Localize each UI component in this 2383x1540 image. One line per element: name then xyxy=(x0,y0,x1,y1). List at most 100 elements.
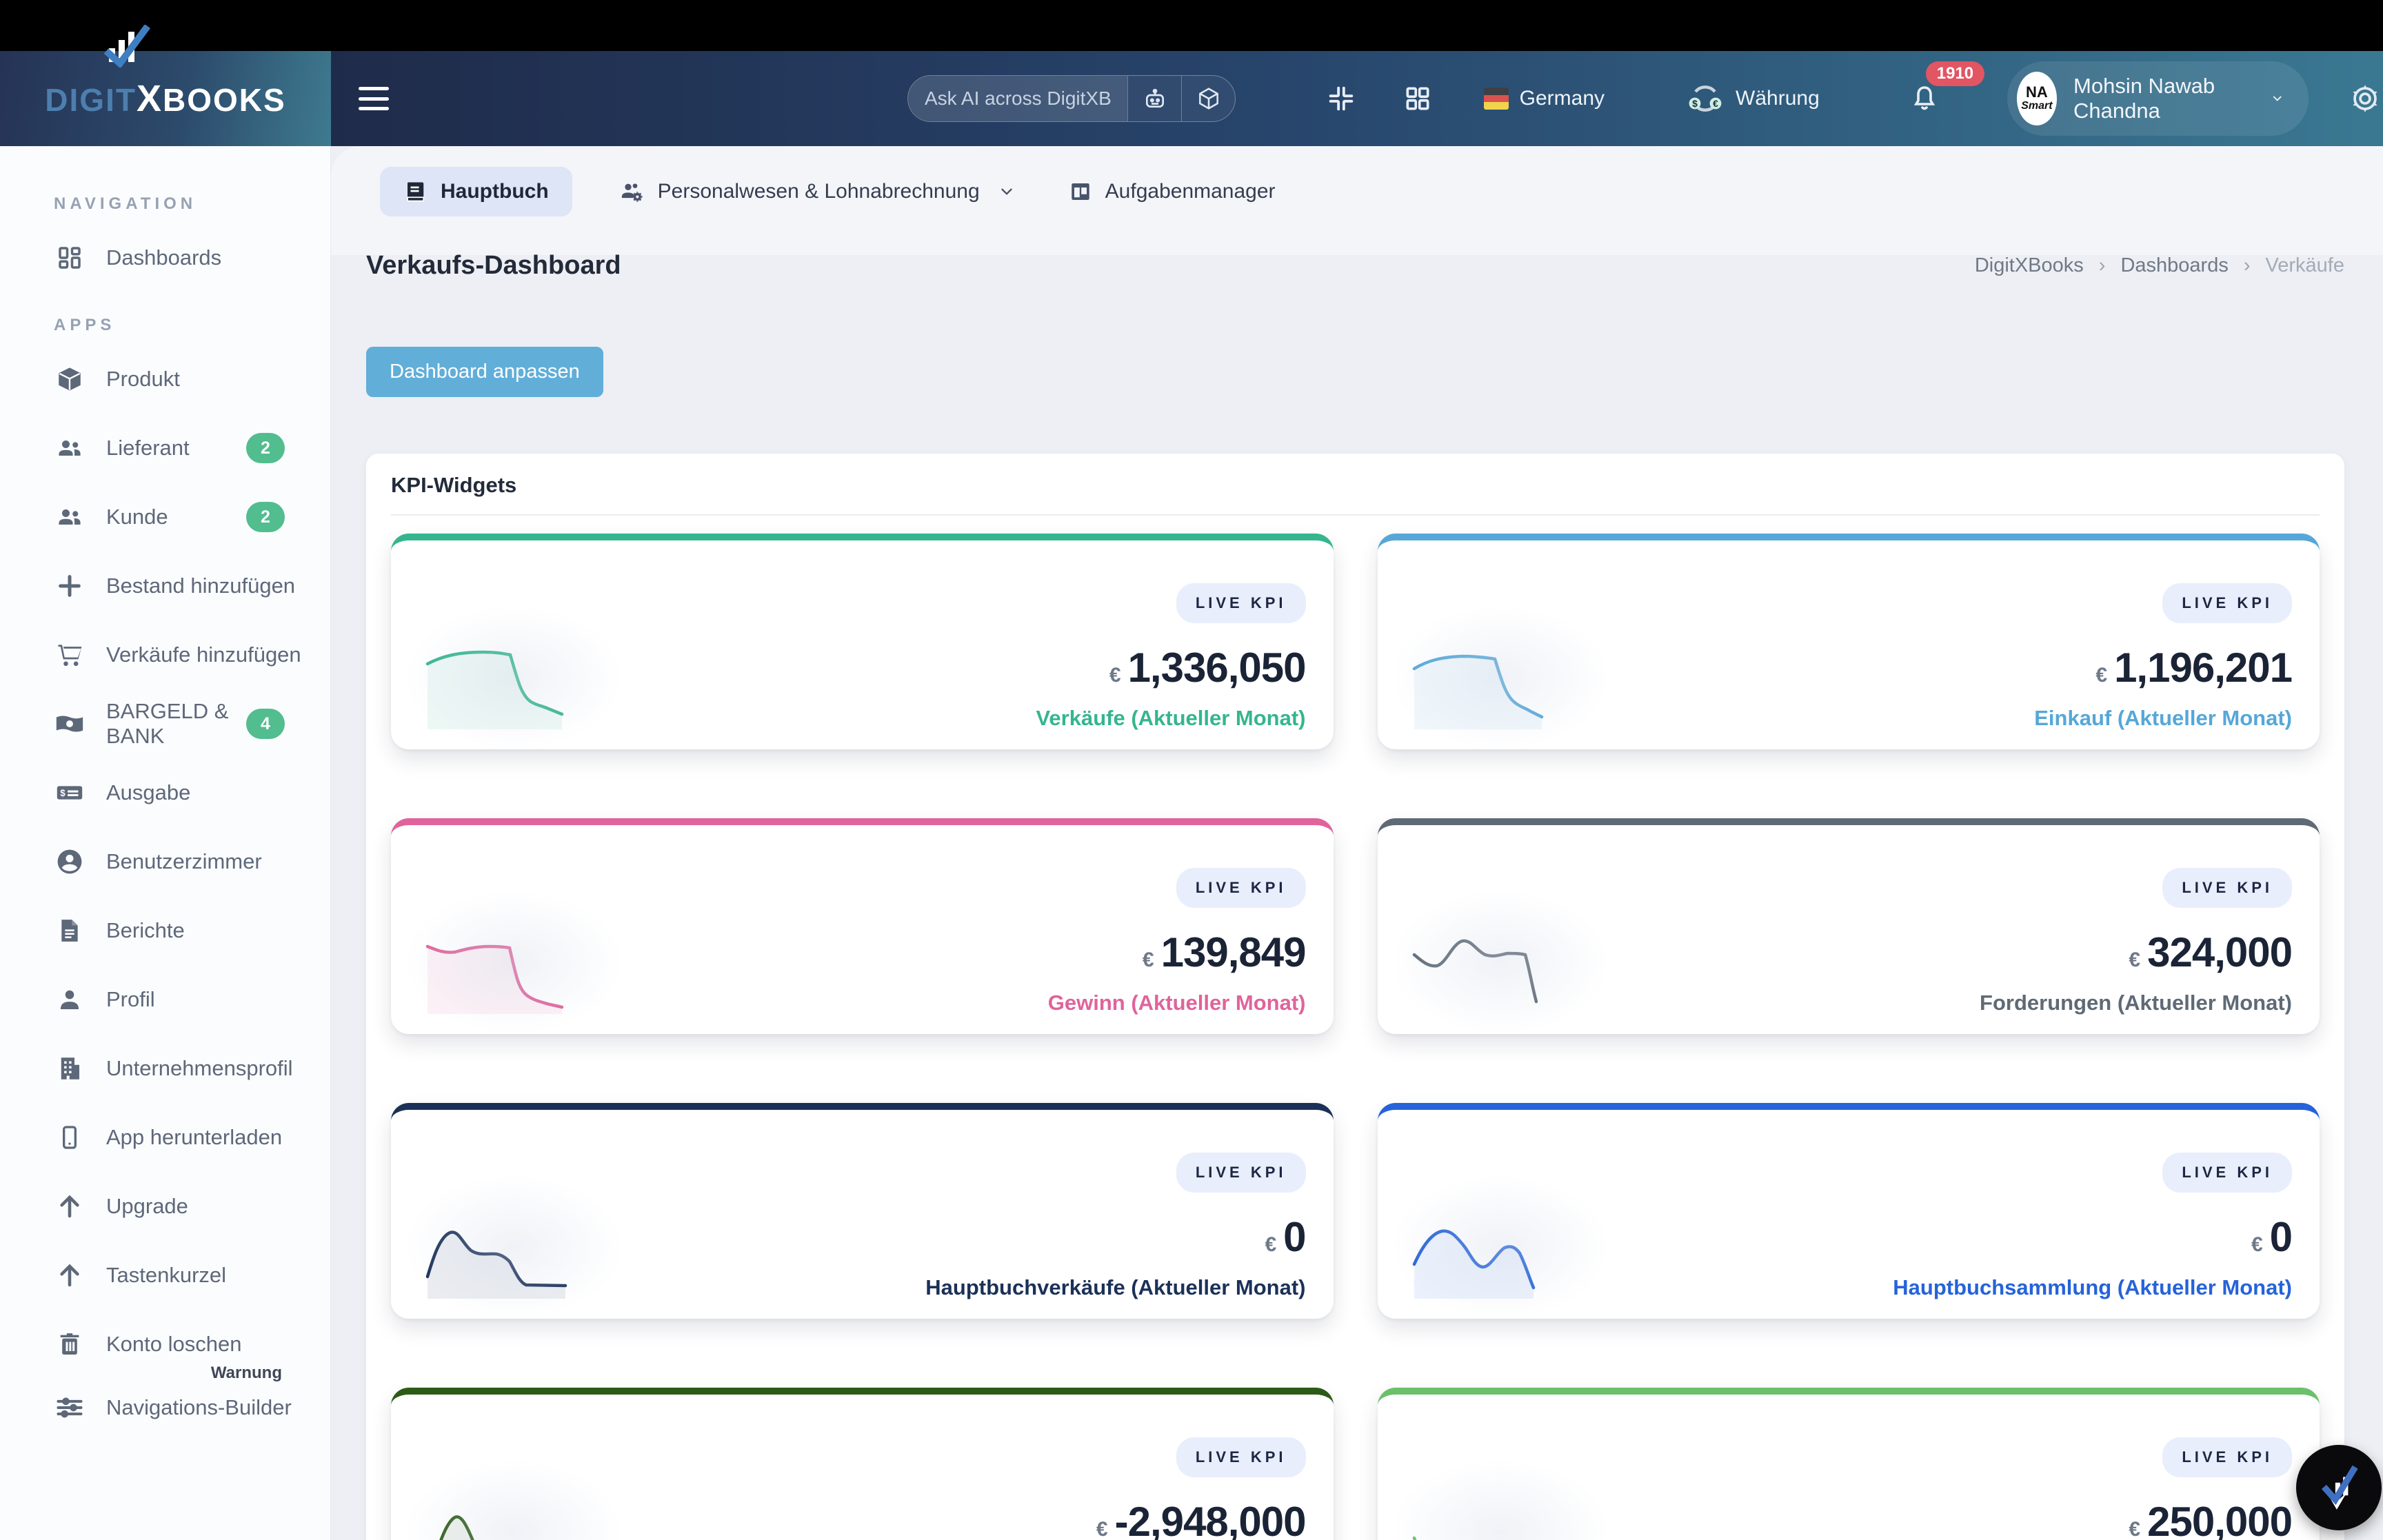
kpi-card-hauptbuchsammlung[interactable]: LIVE KPI €0 Hauptbuchsammlung (Aktueller… xyxy=(1378,1103,2320,1319)
svg-text:$: $ xyxy=(1692,98,1698,109)
currency-symbol: € xyxy=(1096,1518,1108,1540)
sidebar-item-lieferant[interactable]: Lieferant 2 xyxy=(0,414,330,483)
ledger-book-icon xyxy=(403,179,428,204)
app-logo[interactable]: DIGITXBOOKS xyxy=(0,51,331,146)
live-kpi-badge: LIVE KPI xyxy=(2162,583,2292,623)
kpi-value: 250,000 xyxy=(2147,1498,2292,1540)
ai-assistant-button[interactable] xyxy=(1127,76,1181,121)
currency-label[interactable]: Währung xyxy=(1736,87,1820,110)
menu-hamburger-button[interactable] xyxy=(359,87,389,110)
sparkline-chart xyxy=(1411,1195,1590,1299)
robot-icon xyxy=(1141,85,1169,112)
svg-text:€: € xyxy=(1713,98,1718,109)
tab-hauptbuch[interactable]: Hauptbuch xyxy=(380,167,572,216)
kpi-card-forderungen[interactable]: LIVE KPI €324,000 Forderungen (Aktueller… xyxy=(1378,818,2320,1034)
sidebar-item-kunde[interactable]: Kunde 2 xyxy=(0,483,330,551)
settings-gear-icon[interactable] xyxy=(2347,81,2383,116)
kpi-widgets-panel: KPI-Widgets LIVE KPI €1,336,050 Verkäufe… xyxy=(366,454,2344,1540)
kpi-label: Hauptbuchsammlung (Aktueller Monat) xyxy=(1893,1275,2292,1300)
tab-personalwesen[interactable]: Personalwesen & Lohnabrechnung xyxy=(611,165,1023,218)
customers-people-icon xyxy=(54,502,86,532)
sidebar-item-bargeld-bank[interactable]: BARGELD & BANK 4 xyxy=(0,689,330,758)
kpi-value: 139,849 xyxy=(1161,929,1306,976)
app-header: DIGITXBOOKS xyxy=(0,51,2383,146)
page-title: Verkaufs-Dashboard xyxy=(366,251,621,281)
cube-icon xyxy=(1196,85,1222,112)
suppliers-people-icon xyxy=(54,433,86,463)
sidebar-item-produkt[interactable]: Produkt xyxy=(0,345,330,414)
kpi-grid: LIVE KPI €1,336,050 Verkäufe (Aktueller … xyxy=(391,534,2320,1540)
report-document-icon xyxy=(54,917,86,944)
sidebar-item-upgrade[interactable]: Upgrade xyxy=(0,1172,330,1241)
apps-grid-icon[interactable] xyxy=(1402,83,1433,114)
currency-symbol: € xyxy=(2251,1233,2263,1257)
person-icon xyxy=(54,985,86,1014)
sparkline-chart xyxy=(424,1480,603,1540)
kpi-value: 324,000 xyxy=(2147,929,2292,976)
currency-symbol: € xyxy=(1109,664,1121,687)
breadcrumb-dashboards[interactable]: Dashboards xyxy=(2120,254,2228,277)
sidebar-item-profil[interactable]: Profil xyxy=(0,965,330,1034)
country-label[interactable]: Germany xyxy=(1520,87,1605,110)
building-icon xyxy=(54,1054,86,1083)
logo-text: DIGITXBOOKS xyxy=(45,77,285,120)
banknote-icon xyxy=(54,708,86,740)
sidebar-section-navigation: NAVIGATION xyxy=(54,194,330,214)
collapse-icon[interactable] xyxy=(1325,83,1357,114)
breadcrumb: DigitXBooks › Dashboards › Verkäufe xyxy=(1975,254,2344,277)
sidebar-item-ausgabe[interactable]: $ Ausgabe xyxy=(0,758,330,827)
live-kpi-badge: LIVE KPI xyxy=(1176,868,1306,908)
live-kpi-badge: LIVE KPI xyxy=(2162,1437,2292,1477)
ai-module-button[interactable] xyxy=(1181,76,1235,121)
sidebar-section-apps: APPS xyxy=(54,316,330,335)
header-actions: Germany $ € Währung 1910 NA xyxy=(1283,51,2383,146)
currency-symbol: € xyxy=(2129,1518,2140,1540)
chevron-down-icon xyxy=(2271,90,2284,108)
notifications-button[interactable]: 1910 xyxy=(1908,82,1941,115)
sidebar-item-dashboards[interactable]: Dashboards xyxy=(0,223,330,292)
kpi-label: Verkäufe (Aktueller Monat) xyxy=(1036,706,1305,731)
kpi-card-einkauf[interactable]: LIVE KPI €1,196,201 Einkauf (Aktueller M… xyxy=(1378,534,2320,749)
live-kpi-badge: LIVE KPI xyxy=(1176,1153,1306,1193)
kpi-card-gewinn[interactable]: LIVE KPI €139,849 Gewinn (Aktueller Mona… xyxy=(391,818,1334,1034)
sidebar-item-bestand-hinzufuegen[interactable]: Bestand hinzufügen xyxy=(0,551,330,620)
logo-check-icon xyxy=(102,25,150,68)
sidebar-item-berichte[interactable]: Berichte xyxy=(0,896,330,965)
kpi-card-hauptbuchverkaeufe[interactable]: LIVE KPI €0 Hauptbuchverkäufe (Aktueller… xyxy=(391,1103,1334,1319)
breadcrumb-digitxbooks[interactable]: DigitXBooks xyxy=(1975,254,2084,277)
germany-flag-icon[interactable] xyxy=(1484,88,1509,110)
kpi-label: Gewinn (Aktueller Monat) xyxy=(1048,991,1306,1015)
sidebar-item-unternehmensprofil[interactable]: Unternehmensprofil xyxy=(0,1034,330,1103)
breadcrumb-separator: › xyxy=(2099,254,2106,277)
user-menu[interactable]: NA Smart Mohsin Nawab Chandna xyxy=(2007,61,2309,136)
tab-aufgabenmanager[interactable]: Aufgabenmanager xyxy=(1061,167,1283,216)
currency-symbol: € xyxy=(2095,664,2107,687)
currency-exchange-icon[interactable]: $ € xyxy=(1686,79,1725,118)
kpi-card-bottom-left[interactable]: LIVE KPI €-2,948,000 xyxy=(391,1388,1334,1540)
kpi-card-verkaeufe[interactable]: LIVE KPI €1,336,050 Verkäufe (Aktueller … xyxy=(391,534,1334,749)
sidebar-item-benutzerzimmer[interactable]: Benutzerzimmer xyxy=(0,827,330,896)
sidebar-item-navigations-builder[interactable]: Navigations-Builder xyxy=(0,1373,330,1442)
svg-text:$: $ xyxy=(60,788,66,798)
arrow-up-icon xyxy=(54,1261,86,1290)
breadcrumb-current: Verkäufe xyxy=(2266,254,2344,277)
assistant-fab-button[interactable] xyxy=(2296,1445,2382,1530)
sidebar: NAVIGATION Dashboards APPS Produkt xyxy=(0,146,331,1540)
sidebar-item-tastenkurzel[interactable]: Tastenkurzel xyxy=(0,1241,330,1310)
trash-icon xyxy=(54,1330,86,1358)
live-kpi-badge: LIVE KPI xyxy=(1176,1437,1306,1477)
ai-search-input[interactable] xyxy=(908,76,1127,121)
dashboard-grid-icon xyxy=(54,243,86,272)
sidebar-item-verkaeufe-hinzufuegen[interactable]: Verkäufe hinzufügen xyxy=(0,620,330,689)
top-black-bar xyxy=(0,0,2383,51)
digitxbooks-logo-icon xyxy=(2314,1463,2364,1512)
customize-dashboard-button[interactable]: Dashboard anpassen xyxy=(366,347,603,397)
sidebar-item-app-herunterladen[interactable]: App herunterladen xyxy=(0,1103,330,1172)
kpi-value: 1,196,201 xyxy=(2114,644,2292,691)
product-box-icon xyxy=(54,365,86,394)
sparkline-chart xyxy=(1411,626,1590,729)
kpi-card-bottom-right[interactable]: LIVE KPI €250,000 xyxy=(1378,1388,2320,1540)
divider xyxy=(391,514,2320,516)
sparkline-chart xyxy=(1411,1480,1590,1540)
live-kpi-badge: LIVE KPI xyxy=(1176,583,1306,623)
